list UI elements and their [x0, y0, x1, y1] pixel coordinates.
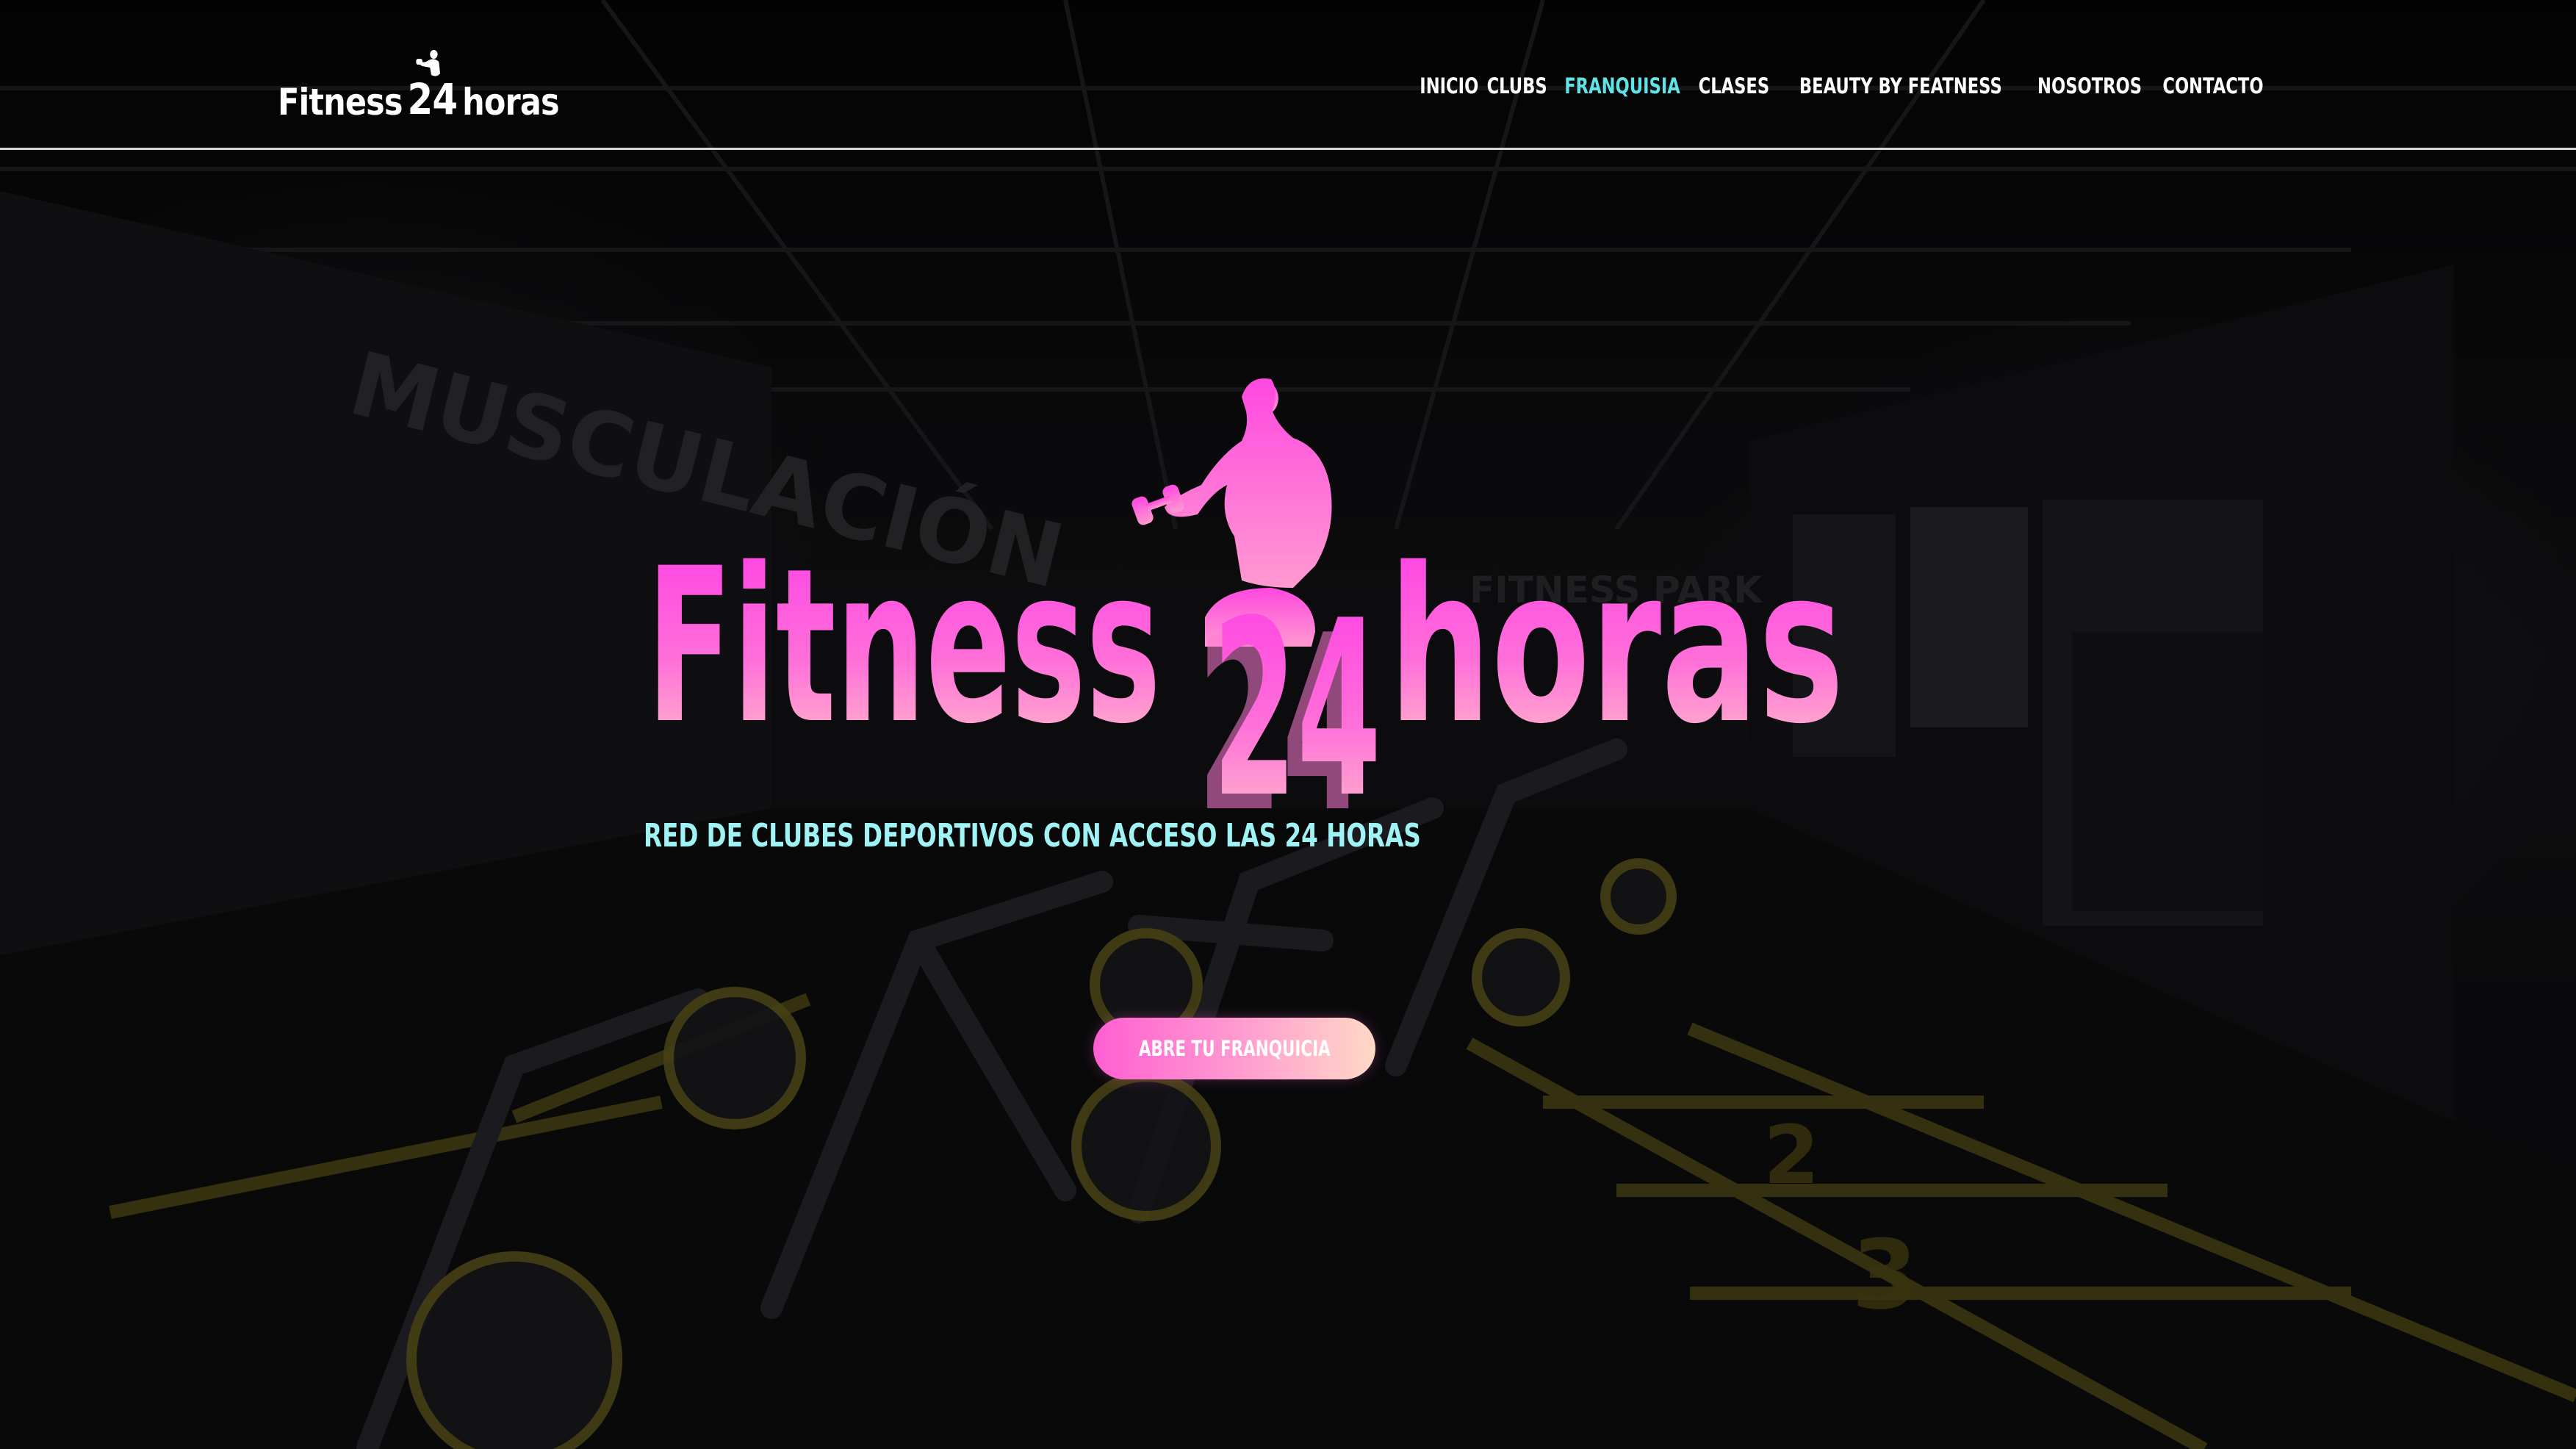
- hero-tagline: RED DE CLUBES DEPORTIVOS CON ACCESO LAS …: [644, 817, 1421, 855]
- nav-item-contacto[interactable]: CONTACTO: [2162, 73, 2263, 98]
- header-logo-number: 24: [408, 50, 458, 121]
- hero-logo: Fitness 24 24 horas: [632, 367, 1852, 867]
- nav-item-franquisia[interactable]: FRANQUISIA: [1564, 73, 1680, 98]
- nav-item-clubs[interactable]: CLUBS: [1487, 73, 1547, 98]
- header-logo-word-fitness: Fitness: [278, 81, 403, 123]
- nav-item-inicio[interactable]: INICIO: [1420, 73, 1478, 98]
- header-logo[interactable]: Fitness 24 horas: [278, 32, 560, 123]
- hero-logo-number: 24: [1212, 569, 1381, 851]
- dumbbell-icon: [1132, 484, 1184, 525]
- nav-item-nosotros[interactable]: NOSOTROS: [2037, 73, 2142, 98]
- nav-item-clases[interactable]: CLASES: [1698, 73, 1769, 98]
- open-franchise-button-label: ABRE TU FRANQUICIA: [1138, 1036, 1331, 1061]
- hero-logo-word-horas: horas: [1389, 523, 1844, 771]
- header-logo-word-horas: horas: [462, 81, 560, 123]
- site-header: Fitness 24 horas INICIO CLUBS FRANQUISIA…: [0, 0, 2576, 150]
- female-athlete-logo-icon: [416, 50, 441, 76]
- main-navigation: INICIO CLUBS FRANQUISIA CLASES BEAUTY BY…: [1420, 73, 2267, 98]
- open-franchise-button[interactable]: ABRE TU FRANQUICIA: [1093, 1018, 1375, 1079]
- nav-item-beauty-by-featness[interactable]: BEAUTY BY FEATNESS: [1799, 73, 2002, 98]
- hero-logo-word-fitness: Fitness: [647, 523, 1161, 771]
- hero-logo-graphic: Fitness 24 24 horas: [647, 378, 1844, 866]
